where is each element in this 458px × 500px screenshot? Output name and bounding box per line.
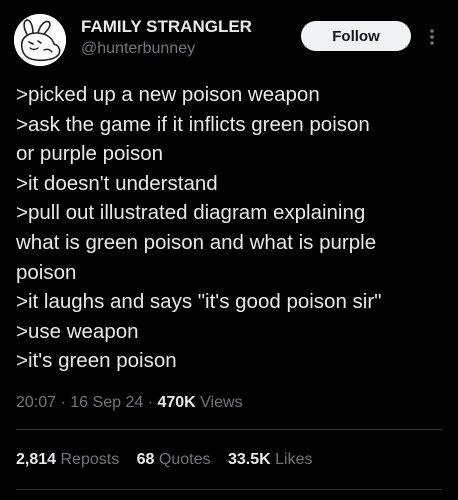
divider (16, 429, 442, 430)
likes-stat[interactable]: 33.5K Likes (228, 448, 313, 472)
tweet-text-line: poison (16, 260, 77, 284)
meta-separator: · (60, 394, 66, 411)
tweet-text-line: >pull out illustrated diagram explaining (16, 201, 366, 225)
author-handle[interactable]: @hunterbunney (81, 38, 252, 60)
reposts-count: 2,814 (16, 451, 57, 468)
tweet-text-line: >it laughs and says "it's good poison si… (16, 290, 382, 314)
tweet-text-line: >ask the game if it inflicts green poiso… (16, 112, 370, 136)
tweet-meta: 20:07 · 16 Sep 24 · 470K Views (16, 391, 243, 415)
author-display-name[interactable]: FAMILY STRANGLER (81, 17, 252, 37)
divider (16, 489, 442, 490)
tweet-text-line: >picked up a new poison weapon (16, 83, 320, 106)
quotes-label: Quotes (158, 451, 211, 468)
likes-label: Likes (275, 451, 313, 468)
views-count[interactable]: 470K (157, 394, 195, 411)
more-vertical-icon (430, 29, 434, 45)
avatar[interactable] (14, 14, 66, 66)
tweet-time[interactable]: 20:07 (16, 394, 56, 411)
reposts-stat[interactable]: 2,814 Reposts (16, 448, 119, 472)
engagement-stats: 2,814 Reposts 68 Quotes 33.5K Likes (16, 448, 325, 472)
reposts-label: Reposts (60, 451, 120, 468)
quotes-stat[interactable]: 68 Quotes (137, 448, 211, 472)
tweet-text-line: >it's green poison (16, 349, 177, 373)
more-options-button[interactable] (425, 22, 439, 52)
tweet-text: >picked up a new poison weapon >ask the … (16, 80, 448, 376)
tweet-text-line: or purple poison (16, 142, 164, 166)
tweet-text-line: >it doesn't understand (16, 171, 218, 195)
follow-button[interactable]: Follow (301, 21, 411, 51)
tweet-text-line: >use weapon (16, 319, 139, 343)
tweet-header: FAMILY STRANGLER @hunterbunney Follow (14, 14, 444, 66)
tweet-text-line: what is green poison and what is purple (16, 230, 377, 254)
tweet-date[interactable]: 16 Sep 24 (70, 394, 143, 411)
quotes-count: 68 (136, 451, 155, 468)
likes-count: 33.5K (227, 451, 271, 468)
views-label: Views (200, 394, 243, 411)
meta-separator: · (147, 394, 154, 411)
bunny-doodle-avatar-icon (14, 14, 66, 66)
author-names: FAMILY STRANGLER @hunterbunney (81, 17, 252, 60)
tweet-card: FAMILY STRANGLER @hunterbunney Follow >p… (0, 0, 458, 500)
